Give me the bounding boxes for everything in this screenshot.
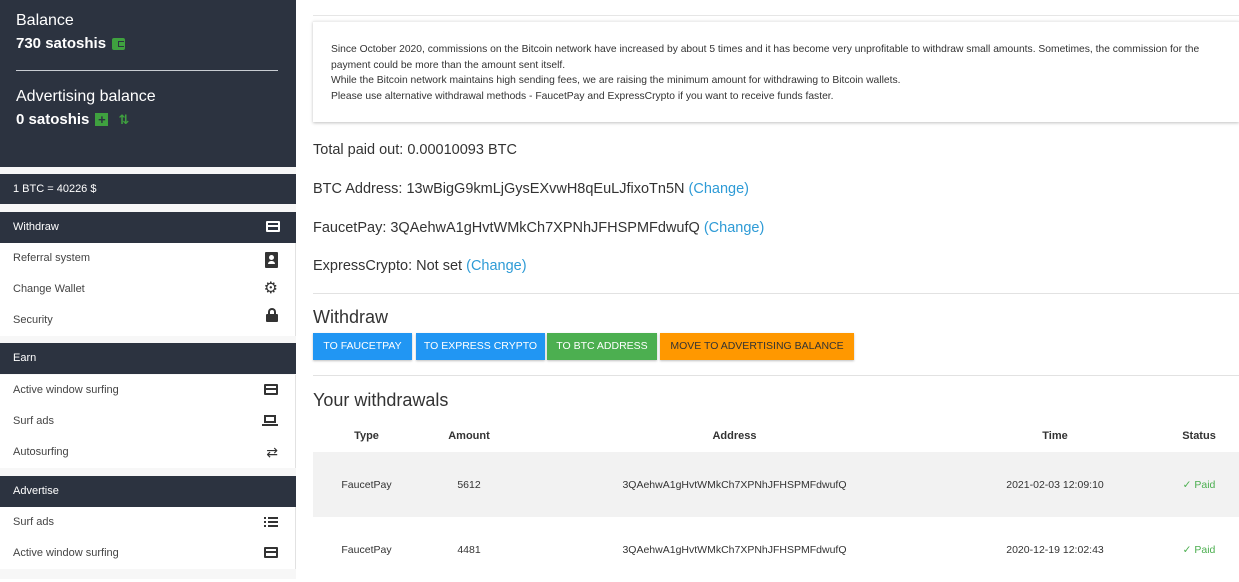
main-content: Since October 2020, commissions on the B… <box>313 0 1239 582</box>
withdraw-heading: Withdraw <box>313 307 389 327</box>
cell-amount: 4481 <box>420 517 518 582</box>
list-icon <box>264 516 278 527</box>
balance-panel: Balance 730 satoshis Advertising balance… <box>0 0 296 167</box>
browser-window-icon <box>264 384 278 395</box>
gear-icon: ⚙ <box>263 280 278 297</box>
sidebar-item-label: Referral system <box>13 252 91 264</box>
column-header-address: Address <box>712 430 757 442</box>
sidebar-section-label: Earn <box>13 352 37 364</box>
sidebar-item-autosurfing[interactable]: Autosurfing ⇄ <box>0 437 295 468</box>
total-paid-out: Total paid out: 0.00010093 BTC <box>313 142 517 158</box>
advertising-balance-label: Advertising balance <box>16 88 156 105</box>
notice-line-2: While the Bitcoin network maintains high… <box>331 75 901 87</box>
to-btc-address-button[interactable]: TO BTC ADDRESS <box>547 333 657 360</box>
change-faucetpay-link[interactable]: (Change) <box>704 220 764 236</box>
btc-address: BTC Address: 13wBigG9kmLjGysEXvwH8qEuLJf… <box>313 181 685 197</box>
advertising-balance-value: 0 satoshis <box>16 111 90 128</box>
cell-time: 2020-12-19 12:02:43 <box>951 517 1159 582</box>
browser-window-icon <box>264 547 278 558</box>
table-row: FaucetPay 4481 3QAehwA1gHvtWMkCh7XPNhJFH… <box>313 517 1239 582</box>
faucetpay-row: FaucetPay: 3QAehwA1gHvtWMkCh7XPNhJFHSPMF… <box>313 220 764 236</box>
move-to-advertising-balance-button[interactable]: MOVE TO ADVERTISING BALANCE <box>660 333 854 360</box>
change-btc-address-link[interactable]: (Change) <box>689 181 749 197</box>
sidebar-item-label: Surf ads <box>13 415 54 427</box>
sidebar-section-label: Withdraw <box>13 221 59 233</box>
sidebar-section-withdraw[interactable]: Withdraw <box>0 212 296 243</box>
column-header-status: Status <box>1182 430 1216 442</box>
wallet-icon[interactable] <box>112 37 126 50</box>
sidebar-item-label: Surf ads <box>13 516 54 528</box>
sidebar-item-surf-ads[interactable]: Surf ads <box>0 406 295 437</box>
withdraw-menu: Referral system Change Wallet ⚙ Security <box>0 243 296 336</box>
checkmark-icon: ✓ <box>1182 478 1192 491</box>
sidebar-item-referral-system[interactable]: Referral system <box>0 243 295 274</box>
table-row: FaucetPay 5612 3QAehwA1gHvtWMkCh7XPNhJFH… <box>313 452 1239 517</box>
sidebar-item-label: Security <box>13 314 53 326</box>
credit-card-icon <box>266 221 280 232</box>
cell-type: FaucetPay <box>313 452 420 517</box>
status-paid: Paid <box>1194 478 1216 491</box>
sidebar-item-label: Autosurfing <box>13 446 69 458</box>
withdrawals-table: Type Amount Address Time Status FaucetPa… <box>313 420 1239 582</box>
top-divider <box>313 15 1239 16</box>
contact-card-icon <box>265 252 278 268</box>
plus-icon[interactable]: + <box>95 113 109 126</box>
sidebar-item-label: Active window surfing <box>13 547 119 559</box>
lock-icon <box>266 308 278 322</box>
sidebar-section-earn[interactable]: Earn <box>0 343 296 374</box>
laptop-icon <box>262 415 278 426</box>
sidebar-item-active-window-surfing[interactable]: Active window surfing <box>0 375 295 406</box>
notice-card: Since October 2020, commissions on the B… <box>313 21 1239 122</box>
sidebar-item-surf-ads-advertise[interactable]: Surf ads <box>0 507 295 538</box>
faucetpay-address: FaucetPay: 3QAehwA1gHvtWMkCh7XPNhJFHSPMF… <box>313 220 700 236</box>
table-header-row: Type Amount Address Time Status <box>313 420 1239 452</box>
divider <box>313 375 1239 376</box>
sidebar-section-advertise[interactable]: Advertise <box>0 476 296 507</box>
status-paid: Paid <box>1194 543 1216 556</box>
btc-rate: 1 BTC = 40226 $ <box>0 174 296 204</box>
balance-divider <box>16 70 278 71</box>
cell-address: 3QAehwA1gHvtWMkCh7XPNhJFHSPMFdwufQ <box>518 517 951 582</box>
cell-status: ✓ Paid <box>1159 517 1239 582</box>
repeat-icon: ⇄ <box>266 444 278 460</box>
cell-amount: 5612 <box>420 452 518 517</box>
sidebar-item-change-wallet[interactable]: Change Wallet ⚙ <box>0 274 295 305</box>
sidebar-item-label: Active window surfing <box>13 384 119 396</box>
column-header-type: Type <box>354 430 379 442</box>
advertising-balance-row: 0 satoshis + ⇅ <box>16 111 280 128</box>
expresscrypto-row: ExpressCrypto: Not set (Change) <box>313 258 527 274</box>
sidebar-item-active-window-surfing-advertise[interactable]: Active window surfing <box>0 538 295 569</box>
to-faucetpay-button[interactable]: TO FAUCETPAY <box>313 333 412 360</box>
sidebar: Balance 730 satoshis Advertising balance… <box>0 0 296 579</box>
expresscrypto-address: ExpressCrypto: Not set <box>313 258 463 274</box>
cell-address: 3QAehwA1gHvtWMkCh7XPNhJFHSPMFdwufQ <box>518 452 951 517</box>
sidebar-section-label: Advertise <box>13 485 59 497</box>
withdrawals-heading: Your withdrawals <box>313 390 449 410</box>
checkmark-icon: ✓ <box>1182 543 1192 556</box>
sidebar-item-label: Change Wallet <box>13 283 85 295</box>
earn-menu: Active window surfing Surf ads Autosurfi… <box>0 375 296 468</box>
cell-status: ✓ Paid <box>1159 452 1239 517</box>
cell-type: FaucetPay <box>313 517 420 582</box>
balance-value: 730 satoshis <box>16 35 107 52</box>
balance-label: Balance <box>16 12 74 29</box>
cell-time: 2021-02-03 12:09:10 <box>951 452 1159 517</box>
column-header-amount: Amount <box>448 430 490 442</box>
notice-line-1: Since October 2020, commissions on the B… <box>331 44 1200 71</box>
advertise-menu: Surf ads Active window surfing <box>0 507 296 569</box>
to-express-crypto-button[interactable]: TO EXPRESS CRYPTO <box>416 333 545 360</box>
notice-line-3: Please use alternative withdrawal method… <box>331 90 834 102</box>
change-expresscrypto-link[interactable]: (Change) <box>466 258 526 274</box>
swap-arrows-icon[interactable]: ⇅ <box>118 112 129 128</box>
column-header-time: Time <box>1042 430 1068 442</box>
btc-address-row: BTC Address: 13wBigG9kmLjGysEXvwH8qEuLJf… <box>313 181 749 197</box>
balance-value-row: 730 satoshis <box>16 35 280 52</box>
divider <box>313 293 1239 294</box>
sidebar-item-security[interactable]: Security <box>0 305 295 336</box>
